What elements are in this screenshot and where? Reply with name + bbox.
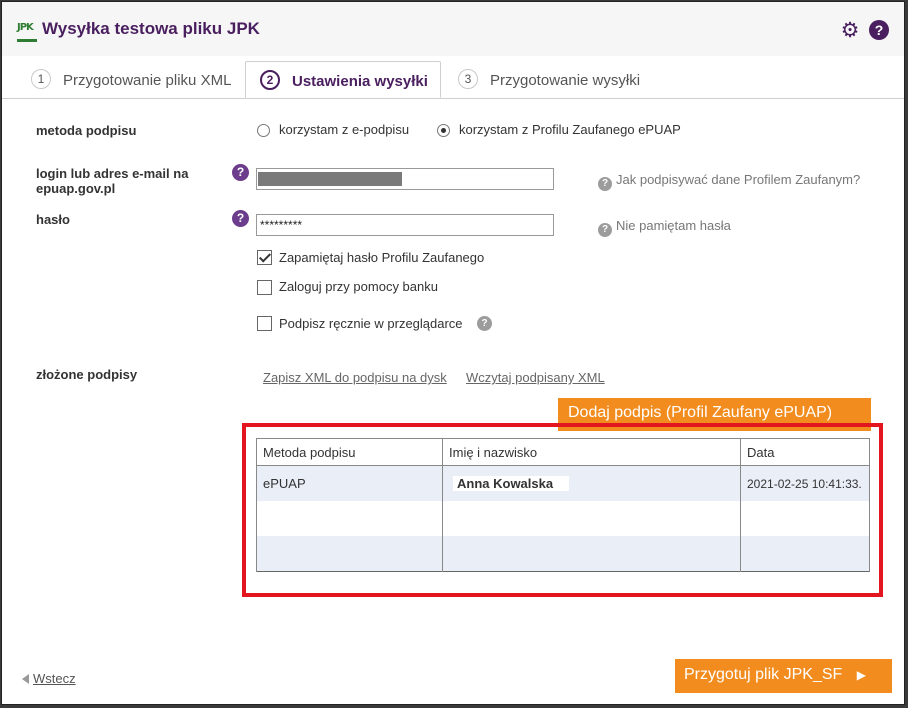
remember-password-label[interactable]: Zapamiętaj hasło Profilu Zaufanego <box>279 250 484 265</box>
radio-esignature-label[interactable]: korzystam z e-podpisu <box>279 122 409 137</box>
tab-divider <box>2 98 904 99</box>
column-header-name[interactable]: Imię i nazwisko <box>442 438 741 466</box>
login-label: login lub adres e-mail na epuap.gov.pl <box>36 166 189 196</box>
column-header-date[interactable]: Data <box>740 438 870 466</box>
help-icon[interactable]: ? <box>869 20 889 40</box>
tab-number: 3 <box>458 69 478 89</box>
login-input[interactable] <box>256 168 554 190</box>
signatures-label: złożone podpisy <box>36 367 138 382</box>
manual-sign-checkbox[interactable] <box>257 316 272 331</box>
load-signed-xml-link[interactable]: Wczytaj podpisany XML <box>466 370 605 385</box>
tab-number: 1 <box>31 69 51 89</box>
tab-label: Ustawienia wysyłki <box>292 73 428 90</box>
hint-how-to-sign[interactable]: ? Jak podpisywać dane Profilem Zaufanym? <box>598 172 860 191</box>
back-link-text: Wstecz <box>33 671 76 686</box>
play-arrow-icon: ▶ <box>856 668 866 682</box>
hint-forgot-password-text: Nie pamiętam hasła <box>616 218 731 233</box>
dialog-titlebar: JPK Wysyłka testowa pliku JPK ⚙ ? <box>2 2 904 56</box>
help-icon: ? <box>598 177 612 191</box>
login-help-icon[interactable]: ? <box>232 164 249 181</box>
password-input[interactable]: ********* <box>256 214 554 236</box>
cell-method: ePUAP <box>256 465 443 501</box>
tab-number: 2 <box>260 70 280 90</box>
gear-icon[interactable]: ⚙ <box>839 20 861 42</box>
back-link[interactable]: Wstecz <box>22 671 76 686</box>
hint-how-to-sign-text: Jak podpisywać dane Profilem Zaufanym? <box>616 172 861 187</box>
signatures-table: Metoda podpisu Imię i nazwisko Data ePUA… <box>256 438 870 572</box>
table-row[interactable]: ePUAP Anna Kowalska 2021-02-25 10:41:33. <box>256 465 870 501</box>
password-help-icon[interactable]: ? <box>232 210 249 227</box>
bank-login-checkbox[interactable] <box>257 280 272 295</box>
tab-prepare-xml[interactable]: 1 Przygotowanie pliku XML <box>31 63 241 98</box>
save-xml-link[interactable]: Zapisz XML do podpisu na dysk <box>263 370 447 385</box>
prepare-jpk-button-label: Przygotuj plik JPK_SF <box>684 666 843 683</box>
radio-esignature[interactable] <box>257 124 270 137</box>
signature-method-label: metoda podpisu <box>36 123 137 138</box>
table-row-empty <box>256 501 870 536</box>
tab-prepare-send[interactable]: 3 Przygotowanie wysyłki <box>458 63 658 98</box>
dialog-title: Wysyłka testowa pliku JPK <box>42 19 260 38</box>
radio-epuap-label[interactable]: korzystam z Profilu Zaufanego ePUAP <box>459 122 681 137</box>
dialog: JPK Wysyłka testowa pliku JPK ⚙ ? 1 Przy… <box>1 1 905 705</box>
tab-label: Przygotowanie wysyłki <box>490 72 641 89</box>
manual-sign-help-icon[interactable]: ? <box>477 316 492 331</box>
bank-login-label[interactable]: Zaloguj przy pomocy banku <box>279 279 438 294</box>
redacted-login <box>258 172 402 186</box>
tab-label: Przygotowanie pliku XML <box>63 72 232 89</box>
tab-send-settings[interactable]: 2 Ustawienia wysyłki <box>245 61 441 98</box>
chevron-left-icon <box>22 674 29 684</box>
remember-password-checkbox[interactable] <box>257 250 272 265</box>
table-row-empty <box>256 536 870 572</box>
cell-name-text: Anna Kowalska <box>453 476 570 491</box>
prepare-jpk-button[interactable]: Przygotuj plik JPK_SF ▶ <box>675 659 892 693</box>
cell-date: 2021-02-25 10:41:33. <box>740 465 870 501</box>
cell-name: Anna Kowalska <box>442 465 741 501</box>
jpk-logo: JPK <box>17 22 37 42</box>
hint-forgot-password[interactable]: ? Nie pamiętam hasła <box>598 218 731 237</box>
column-header-method[interactable]: Metoda podpisu <box>256 438 443 466</box>
manual-sign-label[interactable]: Podpisz ręcznie w przeglądarce <box>279 316 463 331</box>
help-icon: ? <box>598 223 612 237</box>
password-label: hasło <box>36 212 70 227</box>
radio-epuap[interactable] <box>437 124 450 137</box>
